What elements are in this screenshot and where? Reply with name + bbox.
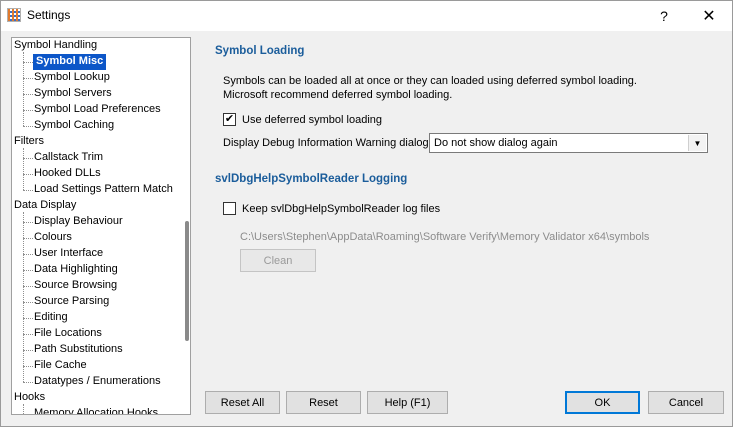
keep-log-files-checkbox[interactable] bbox=[223, 202, 236, 215]
tree-item[interactable]: Memory Allocation Hooks bbox=[33, 406, 158, 414]
tree-connector bbox=[23, 158, 33, 159]
tree-connector bbox=[23, 302, 33, 303]
tree-item[interactable]: Callstack Trim bbox=[33, 150, 103, 166]
keep-log-files-label: Keep svlDbgHelpSymbolReader log files bbox=[242, 203, 441, 215]
tree-connector bbox=[23, 286, 33, 287]
tree-connector bbox=[23, 110, 33, 111]
log-path-text: C:\Users\Stephen\AppData\Roaming\Softwar… bbox=[240, 231, 650, 243]
ok-button[interactable]: OK bbox=[565, 391, 640, 414]
close-button[interactable]: ✕ bbox=[686, 1, 732, 31]
tree-item[interactable]: Display Behaviour bbox=[33, 214, 123, 230]
cancel-button[interactable]: Cancel bbox=[648, 391, 724, 414]
warning-dialog-label: Display Debug Information Warning dialog bbox=[223, 137, 429, 149]
tree-item[interactable]: Hooked DLLs bbox=[33, 166, 101, 182]
app-icon bbox=[7, 8, 21, 22]
tree-category[interactable]: Hooks bbox=[14, 390, 45, 406]
symbol-loading-heading: Symbol Loading bbox=[215, 45, 305, 57]
tree-connector bbox=[23, 222, 33, 223]
tree-connector bbox=[23, 148, 24, 190]
deferred-loading-label: Use deferred symbol loading bbox=[242, 114, 383, 126]
tree-connector bbox=[23, 62, 33, 63]
tree-item[interactable]: Symbol Load Preferences bbox=[33, 102, 161, 118]
reset-button[interactable]: Reset bbox=[286, 391, 361, 414]
tree-connector bbox=[23, 78, 33, 79]
tree-item[interactable]: Source Parsing bbox=[33, 294, 109, 310]
tree-connector bbox=[23, 414, 33, 415]
settings-tree[interactable]: Symbol Handling Symbol Misc Symbol Lookup S… bbox=[11, 37, 191, 415]
deferred-loading-checkbox[interactable]: ✔ bbox=[223, 113, 236, 126]
tree-item[interactable]: Path Substitutions bbox=[33, 342, 123, 358]
tree-connector bbox=[23, 254, 33, 255]
warning-dialog-value: Do not show dialog again bbox=[434, 137, 558, 149]
window-title: Settings bbox=[27, 8, 71, 22]
tree-connector bbox=[23, 174, 33, 175]
logging-heading: svlDbgHelpSymbolReader Logging bbox=[215, 173, 408, 185]
tree-item[interactable]: Editing bbox=[33, 310, 68, 326]
tree-connector bbox=[23, 238, 33, 239]
tree-item[interactable]: Colours bbox=[33, 230, 72, 246]
tree-item[interactable]: Symbol Misc bbox=[33, 54, 107, 70]
symbol-loading-description-line2: Microsoft recommend deferred symbol load… bbox=[223, 89, 453, 101]
tree-connector bbox=[23, 126, 33, 127]
chevron-down-icon[interactable]: ▼ bbox=[688, 135, 706, 151]
tree-item[interactable]: User Interface bbox=[33, 246, 103, 262]
tree-connector bbox=[23, 190, 33, 191]
tree-connector bbox=[23, 52, 24, 126]
tree-item[interactable]: Source Browsing bbox=[33, 278, 117, 294]
tree-item[interactable]: File Cache bbox=[33, 358, 87, 374]
tree-category[interactable]: Filters bbox=[14, 134, 44, 150]
tree-item[interactable]: File Locations bbox=[33, 326, 102, 342]
tree-item[interactable]: Data Highlighting bbox=[33, 262, 118, 278]
tree-connector bbox=[23, 366, 33, 367]
help-button[interactable]: Help (F1) bbox=[367, 391, 448, 414]
tree-item[interactable]: Symbol Caching bbox=[33, 118, 114, 134]
reset-all-button[interactable]: Reset All bbox=[205, 391, 280, 414]
tree-connector bbox=[23, 334, 33, 335]
clean-button[interactable]: Clean bbox=[240, 249, 316, 272]
tree-item[interactable]: Symbol Lookup bbox=[33, 70, 110, 86]
tree-connector bbox=[23, 318, 33, 319]
help-title-button[interactable]: ? bbox=[641, 1, 687, 31]
tree-scrollbar[interactable] bbox=[183, 38, 190, 414]
tree-connector bbox=[23, 382, 33, 383]
tree-item[interactable]: Symbol Servers bbox=[33, 86, 112, 102]
settings-window: Settings ? ✕ Symbol Handling Symbol Misc S… bbox=[0, 0, 733, 427]
tree-connector bbox=[23, 404, 24, 414]
check-icon: ✔ bbox=[224, 113, 235, 125]
scrollbar-thumb[interactable] bbox=[185, 221, 189, 341]
tree-category[interactable]: Symbol Handling bbox=[14, 38, 97, 54]
tree-item[interactable]: Load Settings Pattern Match bbox=[33, 182, 173, 198]
symbol-loading-description-line1: Symbols can be loaded all at once or the… bbox=[223, 75, 637, 87]
tree-connector bbox=[23, 212, 24, 382]
tree-connector bbox=[23, 94, 33, 95]
tree-connector bbox=[23, 270, 33, 271]
warning-dialog-select[interactable]: Do not show dialog again ▼ bbox=[429, 133, 708, 153]
title-bar: Settings ? ✕ bbox=[1, 1, 732, 31]
tree-connector bbox=[23, 350, 33, 351]
tree-item[interactable]: Datatypes / Enumerations bbox=[33, 374, 161, 390]
